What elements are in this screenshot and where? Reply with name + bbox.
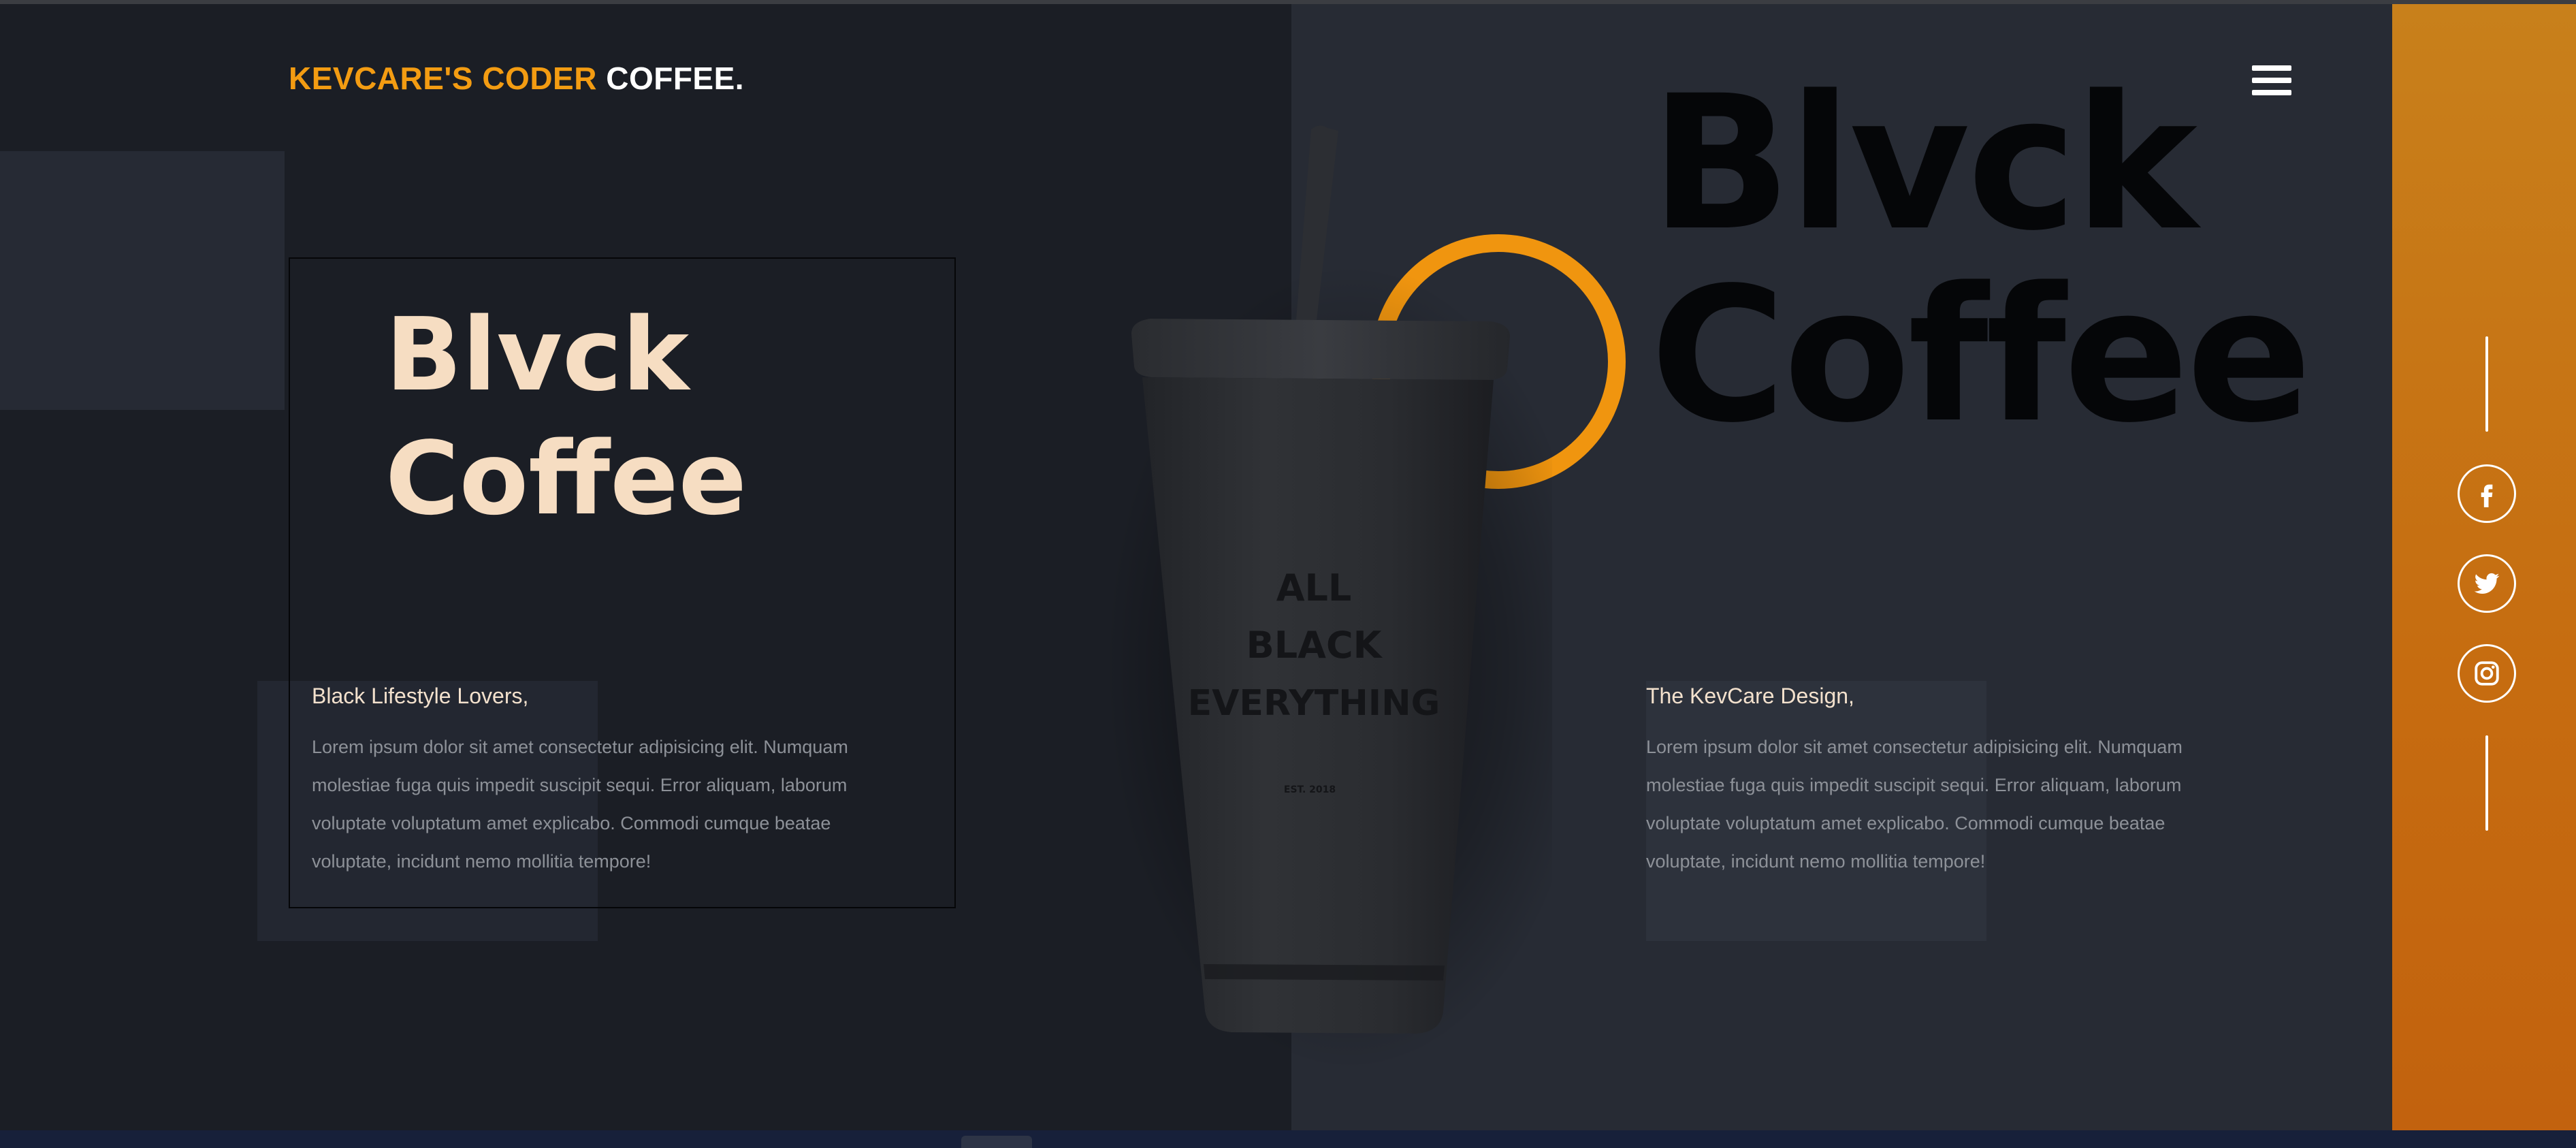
- twitter-icon[interactable]: [2458, 554, 2516, 613]
- cup-text-black: BLACK: [1246, 624, 1383, 667]
- right-heading: The KevCare Design,: [1646, 684, 1854, 708]
- social-divider-top: [2485, 336, 2488, 432]
- instagram-icon[interactable]: [2458, 644, 2516, 703]
- right-text-block: The KevCare Design, Lorem ipsum dolor si…: [1646, 684, 2232, 880]
- brand-accent-text: KEVCARE'S CODER: [289, 61, 597, 96]
- cup-straw: [1296, 125, 1338, 320]
- facebook-icon[interactable]: [2458, 464, 2516, 523]
- cup-lid: [1131, 319, 1510, 380]
- left-heading: Black Lifestyle Lovers,: [312, 684, 529, 708]
- cup-text-est: EST. 2018: [1284, 784, 1336, 795]
- cup-text-everything: EVERYTHING: [1188, 683, 1440, 724]
- instagram-glyph: [2475, 661, 2499, 686]
- left-text-block: Black Lifestyle Lovers, Lorem ipsum dolo…: [312, 684, 897, 880]
- page: KEVCARE'S CODER COFFEE. Blvck Coffee Blv…: [0, 0, 2576, 1148]
- taskbar-strip: [0, 1130, 2576, 1148]
- brand-light-text: COFFEE.: [606, 61, 745, 96]
- taskbar-tab[interactable]: [961, 1136, 1032, 1148]
- brand-logo[interactable]: KEVCARE'S CODER COFFEE.: [289, 60, 744, 97]
- left-body-text: Lorem ipsum dolor sit amet consectetur a…: [312, 737, 848, 872]
- big-title-line2: Coffee: [1650, 249, 2312, 464]
- coffee-cup-image: ALL BLACK EVERYTHING EST. 2018: [1131, 125, 1510, 1034]
- social-divider-bottom: [2485, 735, 2488, 831]
- hero-title-line2: Coffee: [385, 420, 747, 537]
- right-body-text: Lorem ipsum dolor sit amet consectetur a…: [1646, 737, 2183, 872]
- big-background-title: Blvck Coffee: [1650, 57, 2312, 464]
- cup-base-band: [1204, 964, 1445, 980]
- big-title-line1: Blvck: [1650, 57, 2197, 272]
- twitter-glyph: [2474, 573, 2500, 594]
- hero-title: Blvck Coffee: [385, 293, 747, 541]
- hero-title-line1: Blvck: [385, 296, 690, 413]
- cup-text-all: ALL: [1276, 567, 1352, 609]
- decorative-block-left: [0, 151, 285, 410]
- hamburger-menu-icon[interactable]: [2252, 65, 2291, 95]
- facebook-glyph: [2481, 484, 2493, 507]
